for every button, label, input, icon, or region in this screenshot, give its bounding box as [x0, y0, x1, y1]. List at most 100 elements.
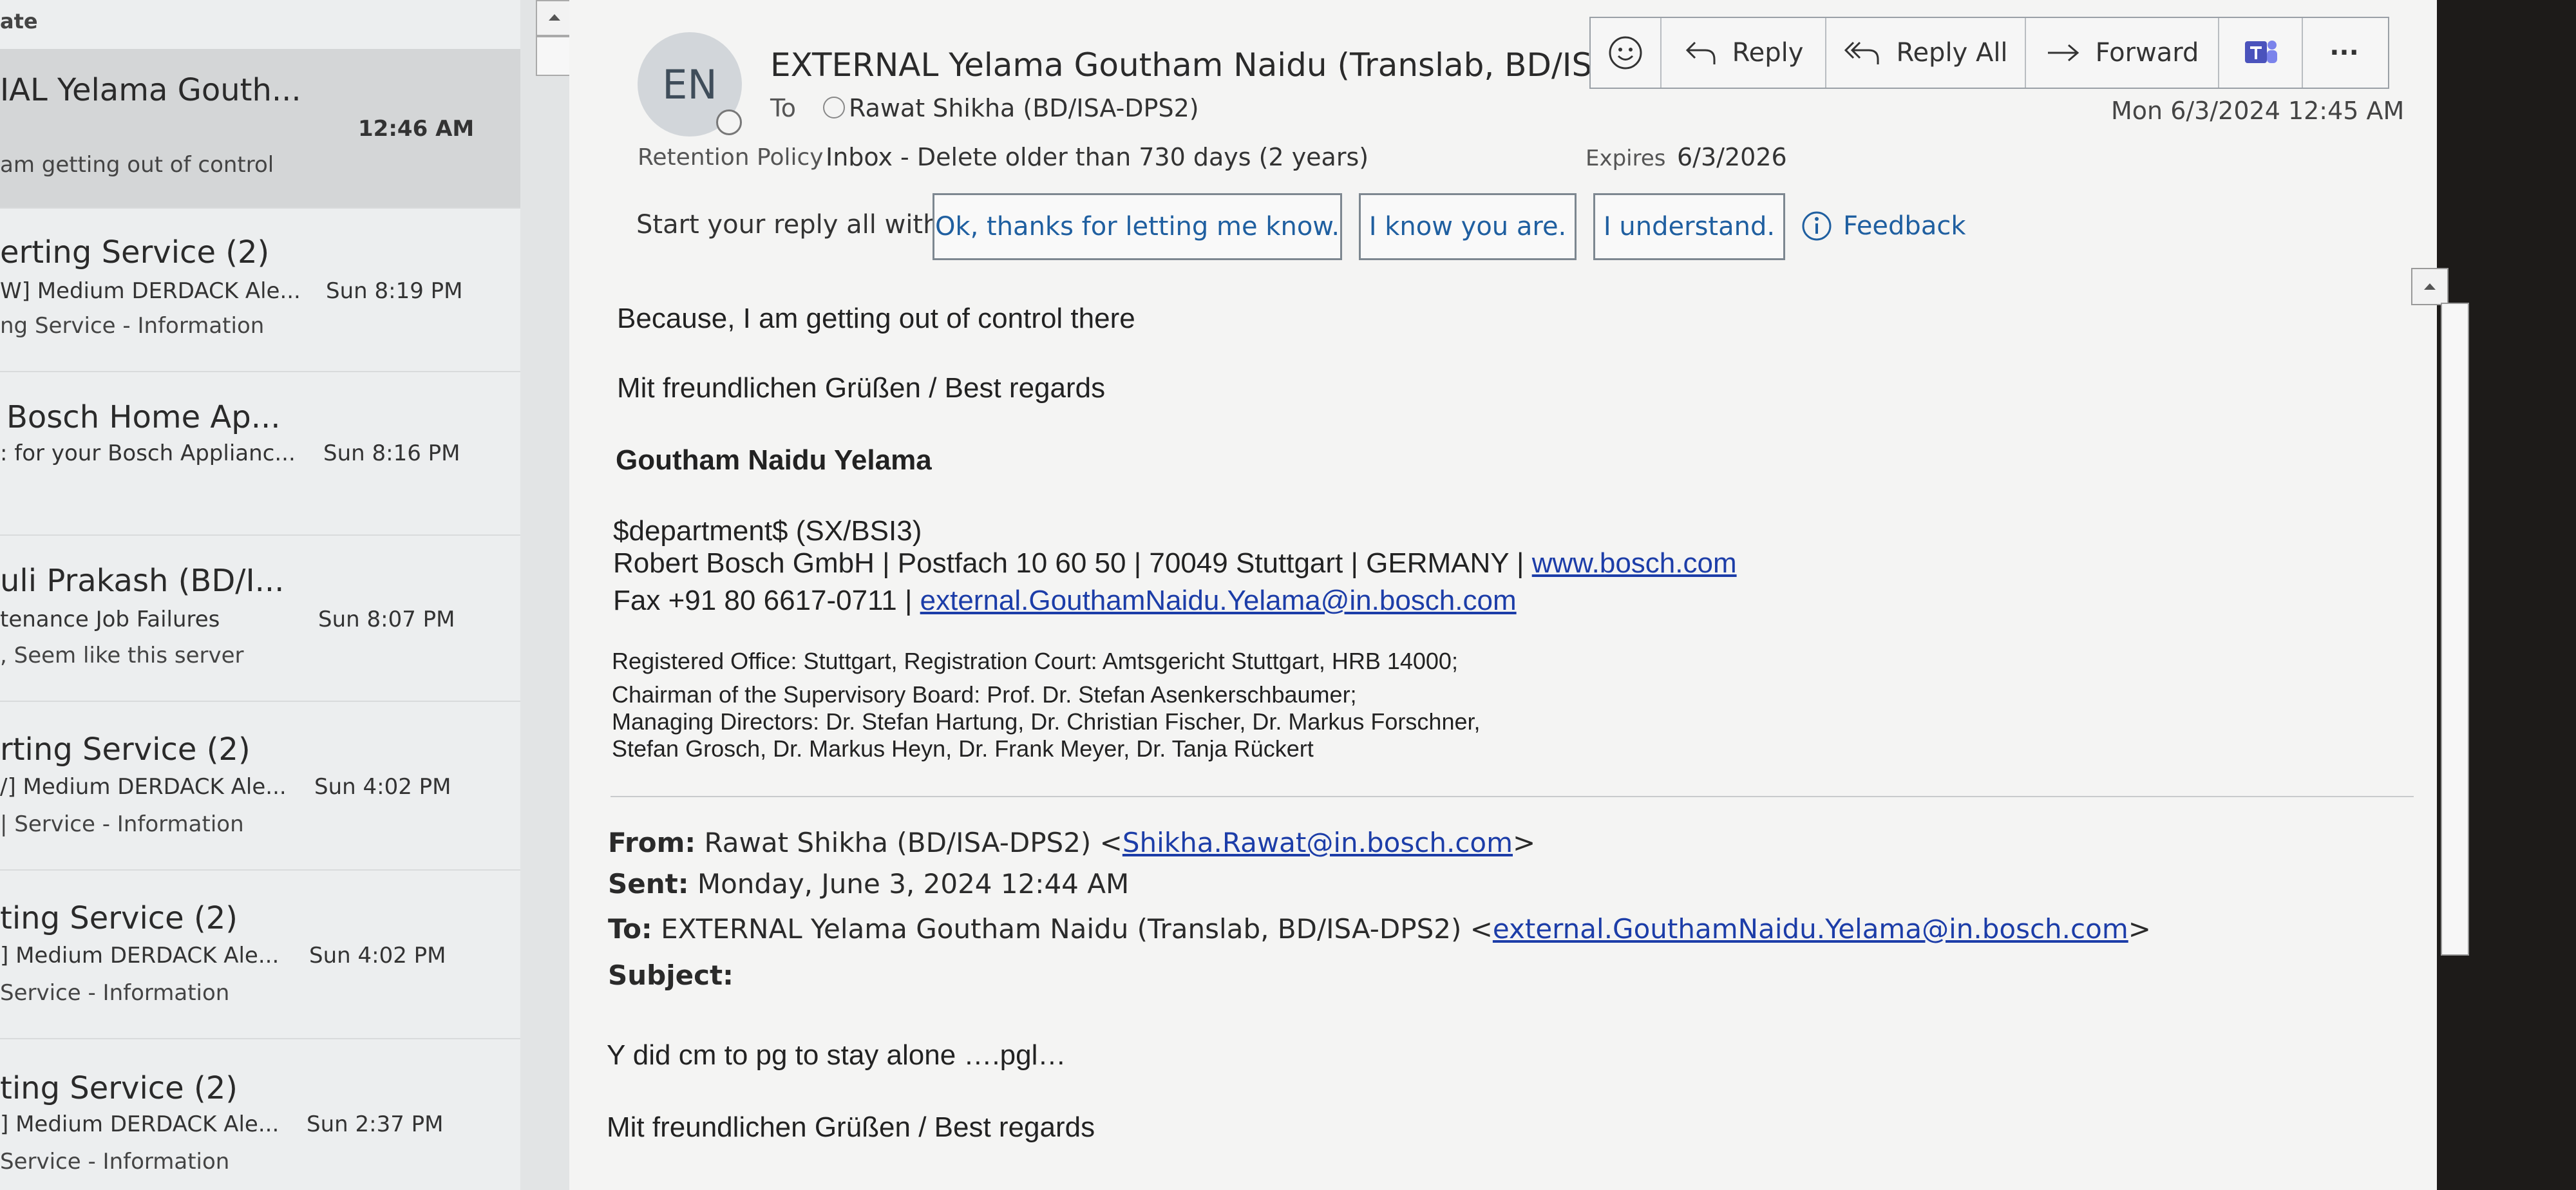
forward-arrow-icon	[2047, 44, 2079, 62]
quoted-from-value: Rawat Shikha (BD/ISA-DPS2) <	[704, 827, 1122, 858]
reading-scroll-up-button[interactable]	[2411, 268, 2448, 305]
quoted-to-label: To:	[608, 913, 652, 945]
suggested-reply-button[interactable]: I understand.	[1593, 193, 1785, 260]
feedback-link[interactable]: Feedback	[1801, 210, 1966, 242]
list-item-preview: am getting out of control	[0, 152, 274, 178]
quoted-subject: Subject:	[608, 959, 734, 991]
list-sort-header[interactable]: ate	[0, 9, 38, 33]
email-sender[interactable]: EXTERNAL Yelama Goutham Naidu (Translab,…	[770, 46, 1625, 84]
list-item-subject: W] Medium DERDACK Ale...	[0, 278, 301, 304]
teams-share-button[interactable]	[2219, 18, 2303, 88]
list-item-subject: ] Medium DERDACK Ale...	[0, 1111, 279, 1137]
quoted-sent-value: Monday, June 3, 2024 12:44 AM	[697, 868, 1130, 900]
list-item[interactable]: IAL Yelama Gouth... 12:46 AM am getting …	[0, 49, 520, 209]
list-item-subject: /] Medium DERDACK Ale...	[0, 774, 287, 800]
message-action-toolbar: Reply Reply All Forward ···	[1589, 17, 2389, 89]
signature-fax-text: Fax +91 80 6617-0711 |	[613, 585, 920, 616]
suggested-reply-button[interactable]: Ok, thanks for letting me know.	[933, 193, 1342, 260]
email-date: Mon 6/3/2024 12:45 AM	[2111, 97, 2405, 125]
email-recipient[interactable]: Rawat Shikha (BD/ISA-DPS2)	[849, 94, 1199, 122]
forward-label: Forward	[2095, 38, 2199, 68]
list-item[interactable]: ting Service (2) ] Medium DERDACK Ale...…	[0, 1038, 520, 1190]
reply-all-button[interactable]: Reply All	[1826, 18, 2026, 88]
quoted-regards: Mit freundlichen Grüßen / Best regards	[607, 1111, 1095, 1143]
reply-all-label: Reply All	[1896, 38, 2008, 68]
quoted-from: From: Rawat Shikha (BD/ISA-DPS2) <Shikha…	[608, 827, 1535, 858]
signature-email-link[interactable]: external.GouthamNaidu.Yelama@in.bosch.co…	[920, 585, 1517, 616]
list-item[interactable]: Bosch Home Ap... : for your Bosch Applia…	[0, 371, 520, 536]
quoted-to: To: EXTERNAL Yelama Goutham Naidu (Trans…	[608, 913, 2151, 945]
suggested-reply-button[interactable]: I know you are.	[1359, 193, 1577, 260]
body-regards: Mit freundlichen Grüßen / Best regards	[617, 372, 1106, 404]
list-item-subject: : for your Bosch Applianc...	[0, 440, 296, 466]
reading-scrollbar-thumb[interactable]	[2441, 303, 2469, 956]
retention-policy-value: Inbox - Delete older than 730 days (2 ye…	[826, 143, 1369, 171]
emoji-reaction-button[interactable]	[1591, 18, 1662, 88]
list-item-sender: Bosch Home Ap...	[6, 399, 281, 435]
info-icon	[1802, 211, 1832, 241]
to-label: To	[770, 94, 797, 122]
list-item-time: 12:46 AM	[358, 116, 475, 142]
list-item-time: Sun 2:37 PM	[307, 1111, 444, 1137]
suggested-replies-label: Start your reply all with:	[636, 210, 948, 240]
feedback-label: Feedback	[1843, 211, 1966, 241]
message-list-pane: ate IAL Yelama Gouth... 12:46 AM am gett…	[0, 0, 520, 1190]
list-item-time: Sun 4:02 PM	[309, 943, 446, 968]
signature-department: $department$ (SX/BSI3)	[613, 515, 922, 547]
smiley-icon	[1609, 36, 1642, 70]
signature-company: Robert Bosch GmbH | Postfach 10 60 50 | …	[613, 547, 1737, 580]
signature-name: Goutham Naidu Yelama	[616, 444, 932, 476]
list-item-sender: ting Service (2)	[0, 900, 238, 936]
expires-value: 6/3/2026	[1677, 143, 1787, 171]
quoted-to-close: >	[2128, 913, 2151, 945]
reply-all-arrow-icon	[1844, 41, 1879, 64]
reply-button[interactable]: Reply	[1662, 18, 1826, 88]
chevron-up-icon	[549, 14, 560, 21]
list-item-subject: tenance Job Failures	[0, 607, 220, 632]
presence-status-icon	[716, 109, 742, 135]
quoted-sent: Sent: Monday, June 3, 2024 12:44 AM	[608, 868, 1129, 900]
list-item-preview: , Seem like this server	[0, 643, 244, 668]
list-item-time: Sun 8:19 PM	[326, 278, 463, 304]
pane-splitter[interactable]	[520, 0, 569, 1190]
quoted-to-email-link[interactable]: external.GouthamNaidu.Yelama@in.bosch.co…	[1493, 913, 2128, 945]
legal-text: Stefan Grosch, Dr. Markus Heyn, Dr. Fran…	[612, 735, 1314, 762]
list-scrollbar-thumb[interactable]	[536, 36, 573, 76]
list-item-preview: Service - Information	[0, 980, 230, 1006]
quoted-from-close: >	[1513, 827, 1536, 858]
list-item-sender: uli Prakash (BD/I...	[0, 563, 285, 599]
list-item-preview: | Service - Information	[0, 811, 244, 837]
website-link[interactable]: www.bosch.com	[1532, 547, 1737, 579]
signature-company-text: Robert Bosch GmbH | Postfach 10 60 50 | …	[613, 547, 1532, 579]
quoted-to-value: EXTERNAL Yelama Goutham Naidu (Translab,…	[661, 913, 1493, 945]
reply-arrow-icon	[1685, 41, 1716, 64]
list-scroll-up-button[interactable]	[536, 0, 573, 36]
chevron-up-icon	[2424, 283, 2436, 290]
quoted-body-text: Y did cm to pg to stay alone ….pgl…	[607, 1039, 1066, 1071]
legal-text: Registered Office: Stuttgart, Registrati…	[612, 648, 1458, 674]
more-icon: ···	[2329, 38, 2359, 68]
forward-button[interactable]: Forward	[2026, 18, 2219, 88]
quoted-separator	[611, 796, 2414, 797]
legal-text: Chairman of the Supervisory Board: Prof.…	[612, 681, 1357, 708]
list-item[interactable]: erting Service (2) W] Medium DERDACK Ale…	[0, 207, 520, 372]
more-actions-button[interactable]: ···	[2303, 18, 2385, 88]
quoted-subject-label: Subject:	[608, 959, 734, 991]
list-item-sender: IAL Yelama Gouth...	[0, 72, 301, 108]
list-item[interactable]: ting Service (2) ] Medium DERDACK Ale...…	[0, 869, 520, 1039]
list-item-time: Sun 8:07 PM	[318, 607, 455, 632]
retention-policy-label: Retention Policy	[638, 144, 824, 171]
quoted-from-email-link[interactable]: Shikha.Rawat@in.bosch.com	[1122, 827, 1513, 858]
list-item-time: Sun 4:02 PM	[314, 774, 451, 800]
list-item-sender: erting Service (2)	[0, 234, 270, 270]
list-item[interactable]: rting Service (2) /] Medium DERDACK Ale.…	[0, 701, 520, 871]
list-item-sender: rting Service (2)	[0, 732, 251, 768]
legal-text: Managing Directors: Dr. Stefan Hartung, …	[612, 708, 1481, 735]
reply-label: Reply	[1732, 38, 1804, 68]
quoted-sent-label: Sent:	[608, 868, 689, 900]
list-item-preview: ng Service - Information	[0, 313, 265, 339]
list-item-sender: ting Service (2)	[0, 1070, 238, 1106]
body-text: Because, I am getting out of control the…	[617, 303, 1135, 334]
list-item[interactable]: uli Prakash (BD/I... tenance Job Failure…	[0, 534, 520, 702]
expires-label: Expires	[1586, 146, 1666, 171]
